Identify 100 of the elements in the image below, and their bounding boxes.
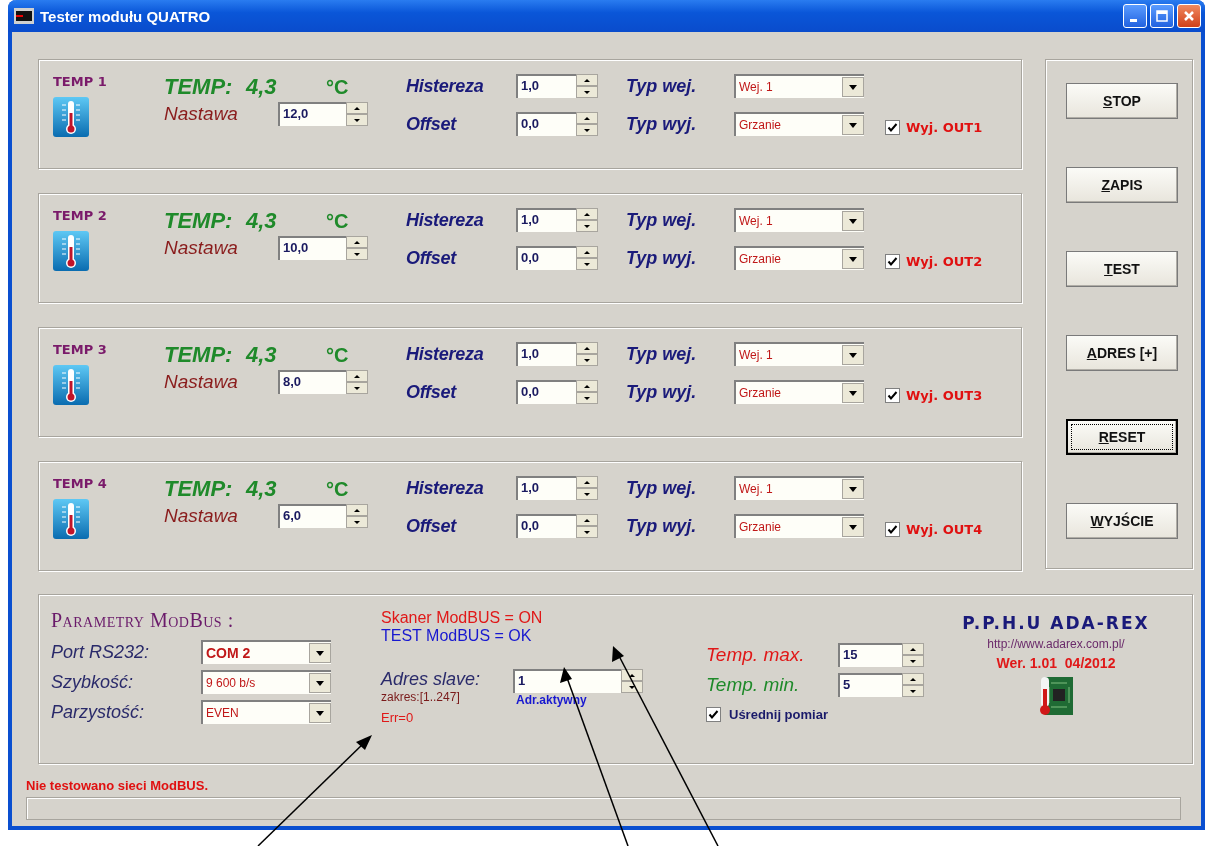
- unit-label: °C: [326, 477, 349, 501]
- hysteresis-label: Histereza: [406, 477, 485, 499]
- dropdown[interactable]: Wej. 1: [734, 208, 864, 232]
- spin-up-button[interactable]: [576, 208, 598, 220]
- spin-up-button[interactable]: [346, 504, 368, 516]
- spin-up-button[interactable]: [576, 246, 598, 258]
- number-field[interactable]: 1,0: [516, 476, 576, 500]
- number-field[interactable]: 8,0: [278, 370, 346, 394]
- temperature-label: TEMP:: [164, 476, 234, 502]
- spin-down-button[interactable]: [346, 382, 368, 394]
- output-type-label: Typ wyj.: [626, 515, 698, 537]
- input-type-label: Typ wej.: [626, 343, 698, 365]
- checkbox[interactable]: [885, 521, 900, 537]
- sensor-label: TEMP 1: [53, 74, 108, 89]
- company-name: P.P.H.U ADA-REX: [962, 613, 1150, 633]
- thermometer-icon: [53, 97, 89, 137]
- field-label: Szybkość:: [51, 671, 135, 693]
- number-field[interactable]: 6,0: [278, 504, 346, 528]
- number-field[interactable]: 0,0: [516, 246, 576, 270]
- temperature-value: 4,3: [246, 476, 278, 502]
- temperature-value: 4,3: [246, 208, 278, 234]
- spin-up-button[interactable]: [576, 342, 598, 354]
- dropdown[interactable]: Wej. 1: [734, 342, 864, 366]
- number-field[interactable]: 1: [513, 669, 621, 693]
- minimize-button[interactable]: [1123, 4, 1147, 28]
- status-message: Nie testowano sieci ModBUS.: [26, 778, 210, 793]
- output-type-label: Typ wyj.: [626, 247, 698, 269]
- spin-down-button[interactable]: [621, 681, 643, 693]
- offset-label: Offset: [406, 381, 458, 403]
- spin-up-button[interactable]: [576, 514, 598, 526]
- checkbox[interactable]: [706, 707, 721, 722]
- number-field[interactable]: 1,0: [516, 208, 576, 232]
- checkbox[interactable]: [885, 253, 900, 269]
- spin-up-button[interactable]: [902, 673, 924, 685]
- thermometer-icon: [53, 365, 89, 405]
- spin-up-button[interactable]: [346, 236, 368, 248]
- maximize-button[interactable]: [1150, 4, 1174, 28]
- thermometer-icon: [53, 499, 89, 539]
- action-button[interactable]: ADRES [+]: [1066, 335, 1178, 371]
- spin-down-button[interactable]: [576, 86, 598, 98]
- number-field[interactable]: 10,0: [278, 236, 346, 260]
- input-type-label: Typ wej.: [626, 209, 698, 231]
- spin-down-button[interactable]: [576, 124, 598, 136]
- temperature-label: TEMP:: [164, 74, 234, 100]
- dropdown[interactable]: Grzanie: [734, 246, 864, 270]
- checkbox[interactable]: [885, 387, 900, 403]
- field-label: Parzystość:: [51, 701, 146, 723]
- spin-down-button[interactable]: [902, 655, 924, 667]
- dropdown[interactable]: Wej. 1: [734, 476, 864, 500]
- number-field[interactable]: 5: [838, 673, 902, 697]
- spin-down-button[interactable]: [576, 526, 598, 538]
- unit-label: °C: [326, 75, 349, 99]
- number-field[interactable]: 0,0: [516, 380, 576, 404]
- close-button[interactable]: [1177, 4, 1201, 28]
- minimize-icon: [1130, 18, 1137, 22]
- action-button[interactable]: STOP: [1066, 83, 1178, 119]
- checkbox-label: Wyj. OUT2: [906, 253, 983, 269]
- number-field[interactable]: 0,0: [516, 112, 576, 136]
- maximize-icon: [1156, 10, 1168, 22]
- action-button[interactable]: RESET: [1066, 419, 1178, 455]
- number-field[interactable]: 1,0: [516, 342, 576, 366]
- spin-down-button[interactable]: [346, 248, 368, 260]
- spin-down-button[interactable]: [346, 516, 368, 528]
- dropdown[interactable]: Wej. 1: [734, 74, 864, 98]
- temperature-label: TEMP:: [164, 342, 234, 368]
- number-field[interactable]: 0,0: [516, 514, 576, 538]
- spin-up-button[interactable]: [902, 643, 924, 655]
- temperature-value: 4,3: [246, 74, 278, 100]
- error-count: Err=0: [381, 710, 415, 725]
- dropdown[interactable]: EVEN: [201, 700, 331, 724]
- checkbox[interactable]: [885, 119, 900, 135]
- dropdown[interactable]: Grzanie: [734, 514, 864, 538]
- spin-down-button[interactable]: [576, 354, 598, 366]
- test-status: TEST ModBUS = OK: [381, 627, 533, 645]
- action-button[interactable]: TEST: [1066, 251, 1178, 287]
- spin-up-button[interactable]: [346, 102, 368, 114]
- dropdown[interactable]: Grzanie: [734, 112, 864, 136]
- spin-down-button[interactable]: [346, 114, 368, 126]
- dropdown[interactable]: 9 600 b/s: [201, 670, 331, 694]
- website-link[interactable]: http://www.adarex.com.pl/: [987, 637, 1125, 651]
- spin-up-button[interactable]: [576, 380, 598, 392]
- number-field[interactable]: 1,0: [516, 74, 576, 98]
- spin-up-button[interactable]: [621, 669, 643, 681]
- dropdown[interactable]: COM 2: [201, 640, 331, 664]
- action-button[interactable]: WYJŚCIE: [1066, 503, 1178, 539]
- spin-up-button[interactable]: [576, 74, 598, 86]
- spin-up-button[interactable]: [576, 476, 598, 488]
- number-field[interactable]: 15: [838, 643, 902, 667]
- dropdown[interactable]: Grzanie: [734, 380, 864, 404]
- action-button[interactable]: ZAPIS: [1066, 167, 1178, 203]
- number-field[interactable]: 12,0: [278, 102, 346, 126]
- slave-address-label: Adres slave:: [381, 669, 482, 690]
- spin-down-button[interactable]: [902, 685, 924, 697]
- setpoint-label: Nastawa: [164, 237, 239, 259]
- spin-down-button[interactable]: [576, 258, 598, 270]
- spin-up-button[interactable]: [576, 112, 598, 124]
- spin-down-button[interactable]: [576, 220, 598, 232]
- spin-down-button[interactable]: [576, 488, 598, 500]
- spin-up-button[interactable]: [346, 370, 368, 382]
- spin-down-button[interactable]: [576, 392, 598, 404]
